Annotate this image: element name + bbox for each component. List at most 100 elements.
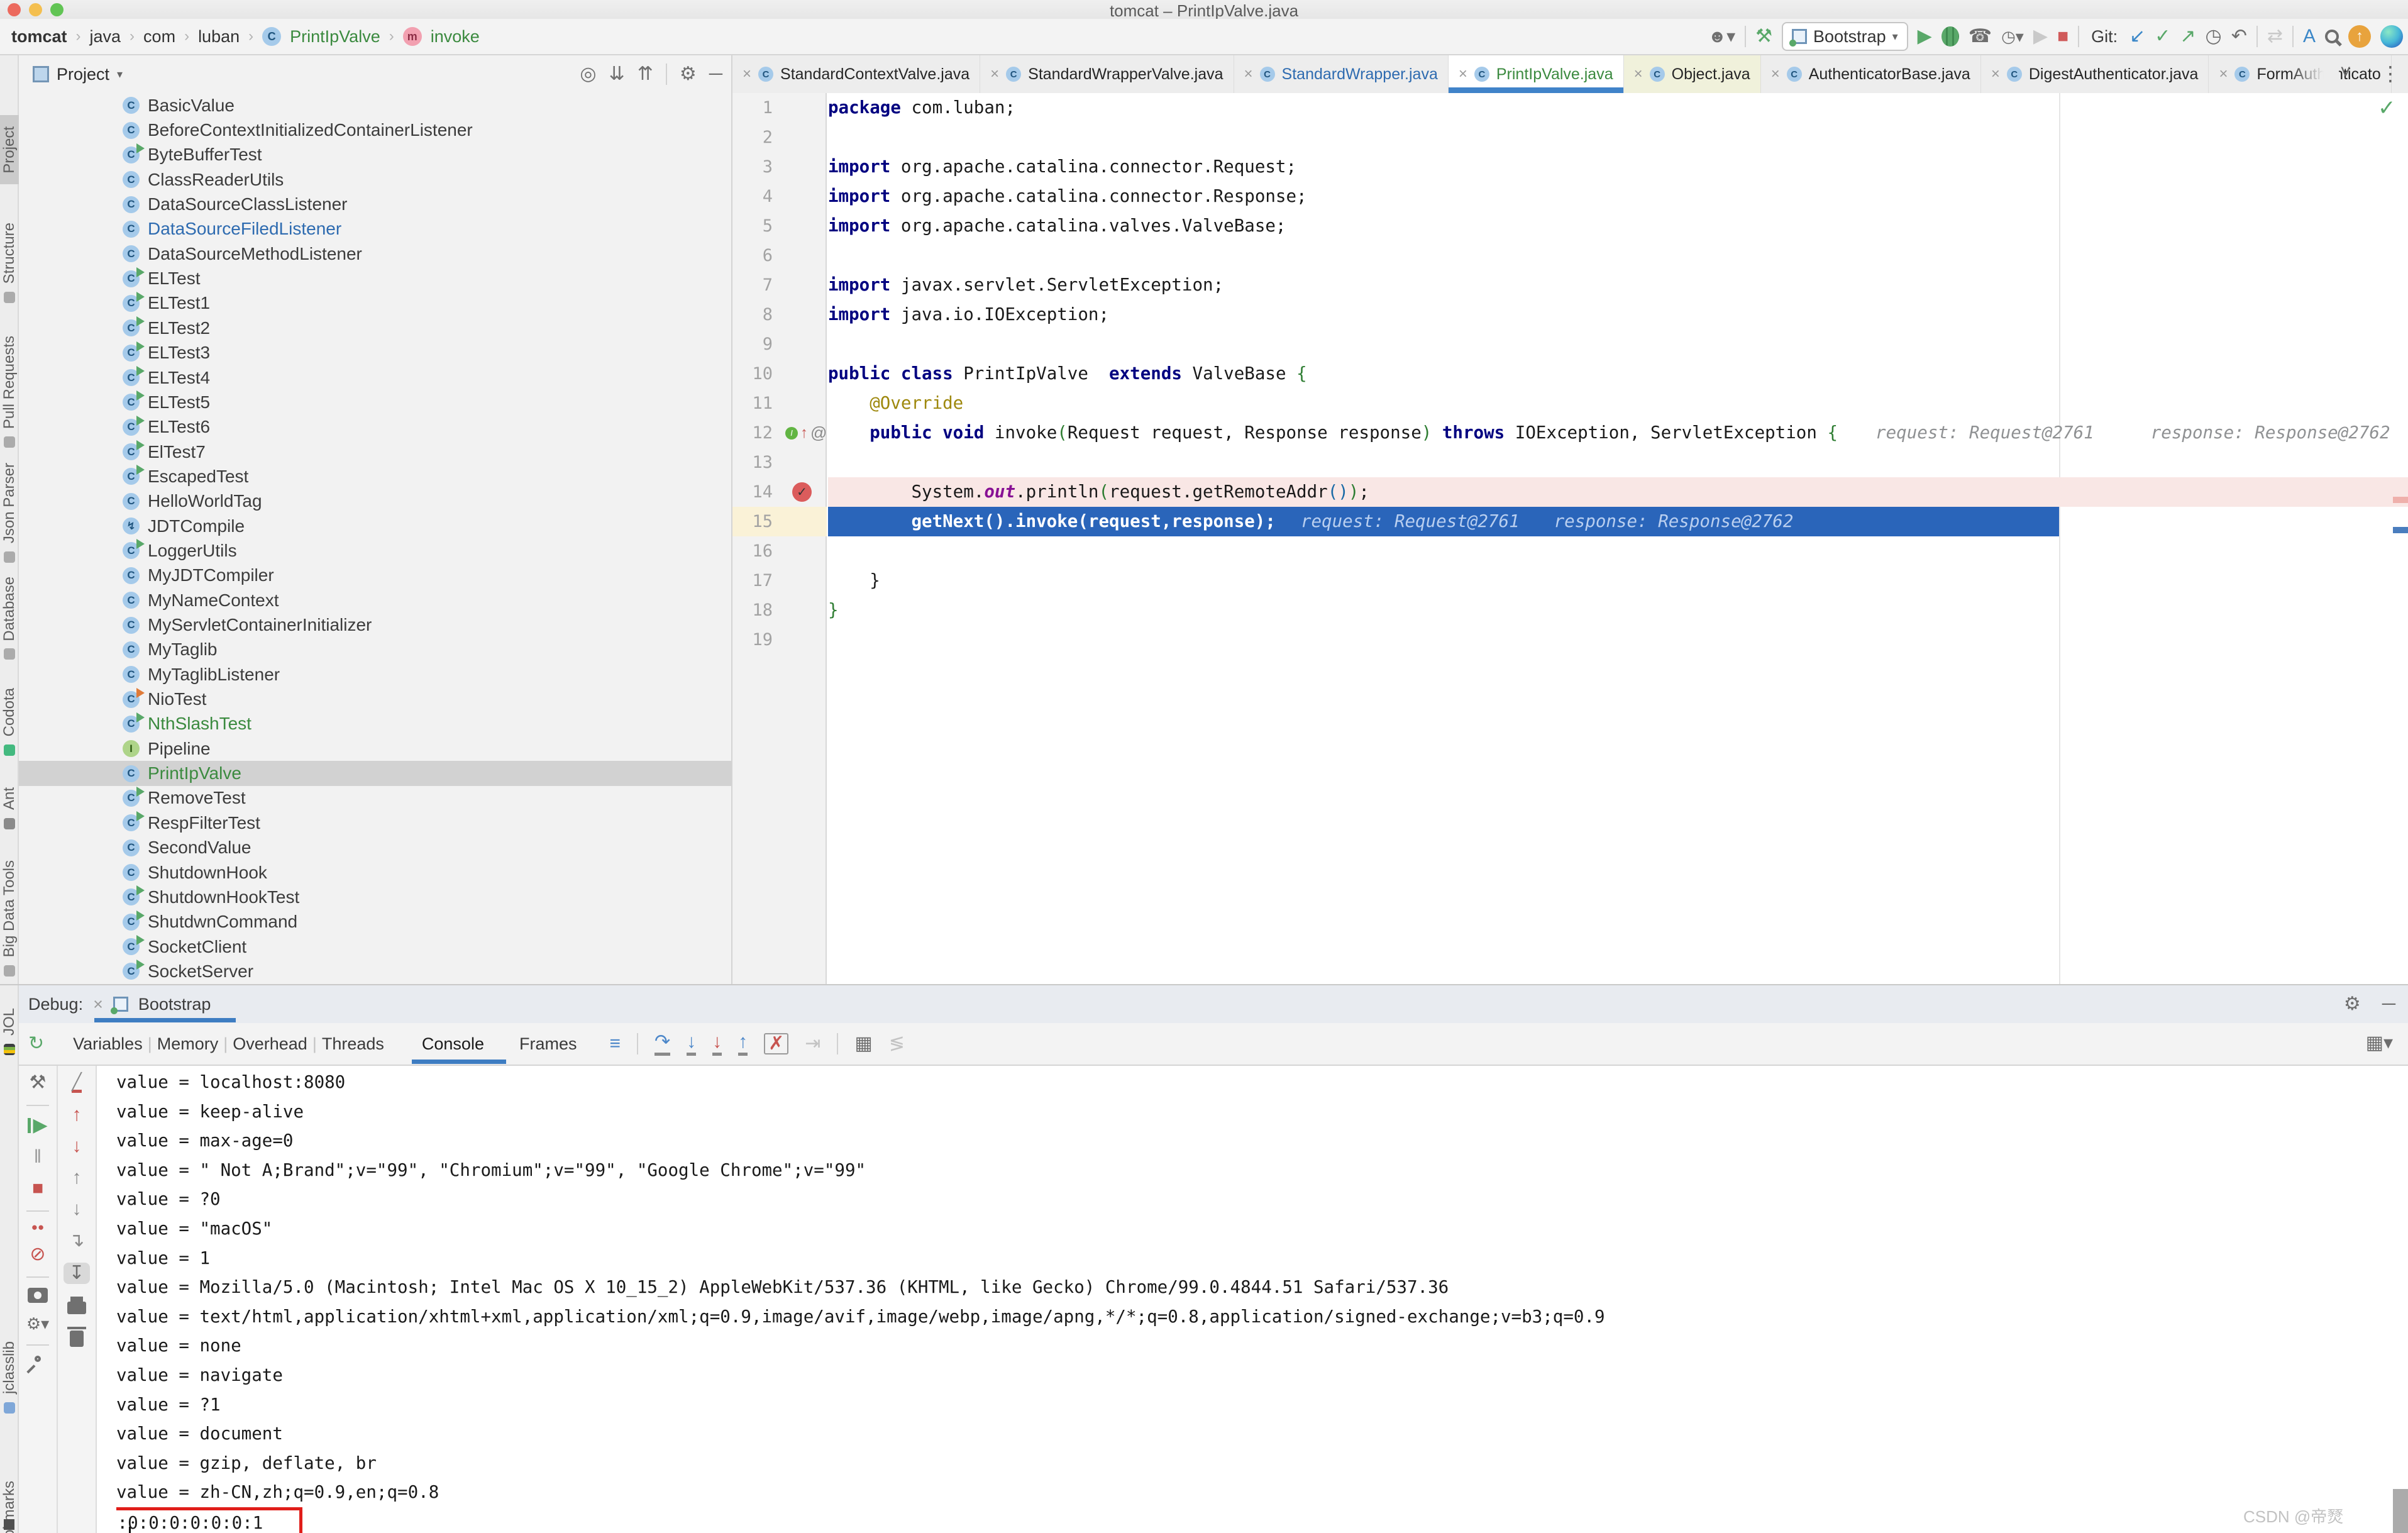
- tab-console[interactable]: Console: [422, 1034, 484, 1054]
- pause-icon[interactable]: ‖: [34, 1148, 41, 1166]
- tree-item[interactable]: C ByteBufferTest: [19, 143, 731, 167]
- build-hammer-icon[interactable]: ⚒: [1755, 27, 1772, 46]
- tree-item[interactable]: C ShutdownHookTest: [19, 885, 731, 909]
- override-marker[interactable]: I ↑ @: [785, 418, 827, 448]
- step-out-icon[interactable]: ↑: [738, 1032, 748, 1056]
- breadcrumb-item[interactable]: PrintIpValve: [290, 27, 380, 47]
- debug-wrench-icon[interactable]: ⚒: [30, 1073, 47, 1092]
- rerun-icon[interactable]: ↻: [28, 1034, 44, 1053]
- debug-session-tab[interactable]: Bootstrap: [138, 995, 211, 1014]
- tree-item[interactable]: I Pipeline: [19, 736, 731, 761]
- git-update-icon[interactable]: ↙: [2129, 27, 2145, 46]
- evaluate-expression-icon[interactable]: ▦: [854, 1034, 872, 1053]
- tree-item[interactable]: C LoggerUtils: [19, 538, 731, 563]
- tree-item[interactable]: C ELTest3: [19, 341, 731, 365]
- close-icon[interactable]: ×: [1991, 65, 2000, 83]
- tree-item[interactable]: C BeforeContextInitializedContainerListen…: [19, 118, 731, 142]
- breakpoint-icon[interactable]: ✓: [792, 482, 812, 502]
- clear-console-icon[interactable]: ╱: [72, 1073, 82, 1093]
- force-step-into-icon[interactable]: ↓: [712, 1032, 722, 1056]
- sidebar-item-project[interactable]: Project: [0, 115, 19, 184]
- run-to-cursor-icon[interactable]: ⇥: [805, 1034, 820, 1053]
- error-stripe-exec-mark[interactable]: [2393, 527, 2408, 533]
- breadcrumb-item[interactable]: luban: [198, 27, 240, 47]
- profiler-icon[interactable]: ☎: [1969, 27, 1992, 46]
- view-breakpoints-icon[interactable]: ●●: [31, 1222, 45, 1232]
- rollback-icon[interactable]: ↶: [2231, 27, 2247, 46]
- clear-all-icon[interactable]: [67, 1327, 86, 1347]
- breadcrumb-item[interactable]: invoke: [431, 27, 480, 47]
- debug-icon[interactable]: [1941, 26, 1959, 47]
- sidebar-item-json-parser[interactable]: Json Parser: [0, 458, 19, 568]
- tree-item[interactable]: C ShutdwnCommand: [19, 910, 731, 934]
- sidebar-item-codota[interactable]: Codota: [0, 675, 19, 769]
- tree-item[interactable]: C SecondValue: [19, 836, 731, 860]
- breadcrumb-item[interactable]: com: [143, 27, 175, 47]
- attach-profiler-icon[interactable]: ◷▾: [2001, 28, 2024, 45]
- inspections-ok-icon[interactable]: ✓: [2378, 96, 2396, 121]
- tree-item[interactable]: C SocketClient: [19, 934, 731, 959]
- tree-item[interactable]: C ELTest2: [19, 316, 731, 340]
- breadcrumb-item[interactable]: tomcat: [11, 27, 67, 47]
- debug-gear-icon[interactable]: ⚙: [2344, 995, 2361, 1014]
- tree-item[interactable]: C ELTest1: [19, 291, 731, 316]
- sidebar-item-database[interactable]: Database: [0, 568, 19, 668]
- tab-standardwrapper-java[interactable]: × C StandardWrapper.java: [1234, 55, 1449, 93]
- sidebar-item-ant[interactable]: Ant: [0, 778, 19, 838]
- close-icon[interactable]: ×: [2219, 65, 2228, 83]
- code-area[interactable]: package com.luban; import org.apache.cata…: [828, 93, 2408, 984]
- step-into-icon[interactable]: ↓: [687, 1032, 697, 1056]
- code-editor[interactable]: 1 2 3 4 5 6 7 8 9 10 11 12 I ↑ @13 14 ✓ 15 16 17 18 19 packag…: [732, 93, 2408, 984]
- tree-item[interactable]: C MyTaglib: [19, 638, 731, 662]
- tab-printipvalve-java[interactable]: × C PrintIpValve.java: [1448, 55, 1624, 93]
- tab-overhead[interactable]: Overhead: [233, 1034, 307, 1053]
- translate-icon[interactable]: A: [2303, 27, 2316, 46]
- tab-authenticatorbase-java[interactable]: × C AuthenticatorBase.java: [1761, 55, 1981, 93]
- expand-all-icon[interactable]: ⇊: [609, 65, 625, 84]
- tree-item[interactable]: C RemoveTest: [19, 786, 731, 811]
- tab-options-kebab-icon[interactable]: ⋮: [2380, 62, 2400, 86]
- tab-digestauthenticator-java[interactable]: × C DigestAuthenticator.java: [1981, 55, 2209, 93]
- tree-item[interactable]: C MyJDTCompiler: [19, 563, 731, 588]
- close-icon[interactable]: ×: [1771, 65, 1780, 83]
- thread-dump-icon[interactable]: [28, 1288, 48, 1303]
- tab-memory[interactable]: Memory: [157, 1034, 219, 1053]
- prev-occurrence-icon[interactable]: ↑: [72, 1168, 82, 1187]
- tree-item[interactable]: C BasicValue: [19, 93, 731, 118]
- close-icon[interactable]: ×: [743, 65, 751, 83]
- tree-item[interactable]: C ShutdownHook: [19, 860, 731, 885]
- error-stripe-breakpoint-mark[interactable]: [2393, 497, 2408, 503]
- sidebar-item-pull-requests[interactable]: Pull Requests: [0, 329, 19, 455]
- soft-wrap-icon[interactable]: ↴: [69, 1231, 84, 1250]
- search-icon[interactable]: [2325, 30, 2339, 43]
- tree-item[interactable]: C DataSourceClassListener: [19, 192, 731, 216]
- close-session-icon[interactable]: ×: [93, 995, 103, 1014]
- tree-item[interactable]: C ELTest5: [19, 390, 731, 414]
- tab-standardcontextvalve-java[interactable]: × C StandardContextValve.java: [732, 55, 981, 93]
- down-stack-trace-icon[interactable]: ↓: [72, 1137, 82, 1156]
- close-icon[interactable]: ×: [1459, 65, 1467, 83]
- console-scrollbar[interactable]: [2393, 1489, 2408, 1533]
- tree-item[interactable]: C SocketServer: [19, 959, 731, 983]
- console-output[interactable]: value = localhost:8080 value = keep-alive…: [116, 1068, 2254, 1533]
- tree-item[interactable]: C PrintIpValve: [19, 761, 731, 786]
- user-icon[interactable]: ☻▾: [1708, 28, 1736, 45]
- sidebar-item-big-data-tools[interactable]: Big Data Tools: [0, 851, 19, 986]
- tree-item[interactable]: C ElTest7: [19, 440, 731, 464]
- up-stack-trace-icon[interactable]: ↑: [72, 1105, 82, 1124]
- tree-item[interactable]: C RespFilterTest: [19, 811, 731, 835]
- sidebar-item-structure[interactable]: Structure: [0, 213, 19, 313]
- tree-item[interactable]: C MyServletContainerInitializer: [19, 612, 731, 637]
- stop-icon[interactable]: ■: [32, 1179, 43, 1198]
- tree-item[interactable]: C DataSourceFiledListener: [19, 217, 731, 241]
- collapse-all-icon[interactable]: ⇈: [638, 65, 653, 84]
- breadcrumb-item[interactable]: java: [90, 27, 121, 47]
- scroll-to-end-icon[interactable]: ↧: [64, 1263, 90, 1284]
- sidebar-item-jclasslib[interactable]: jclasslib: [0, 1335, 19, 1420]
- upgrade-icon[interactable]: ↑: [2348, 25, 2371, 48]
- run-config-combo[interactable]: Bootstrap ▾: [1782, 22, 1908, 51]
- sidebar-item-jol[interactable]: JOL: [0, 999, 19, 1065]
- tree-item[interactable]: C ELTest4: [19, 365, 731, 390]
- tree-item[interactable]: C ELTest: [19, 266, 731, 291]
- close-icon[interactable]: ×: [1244, 65, 1253, 83]
